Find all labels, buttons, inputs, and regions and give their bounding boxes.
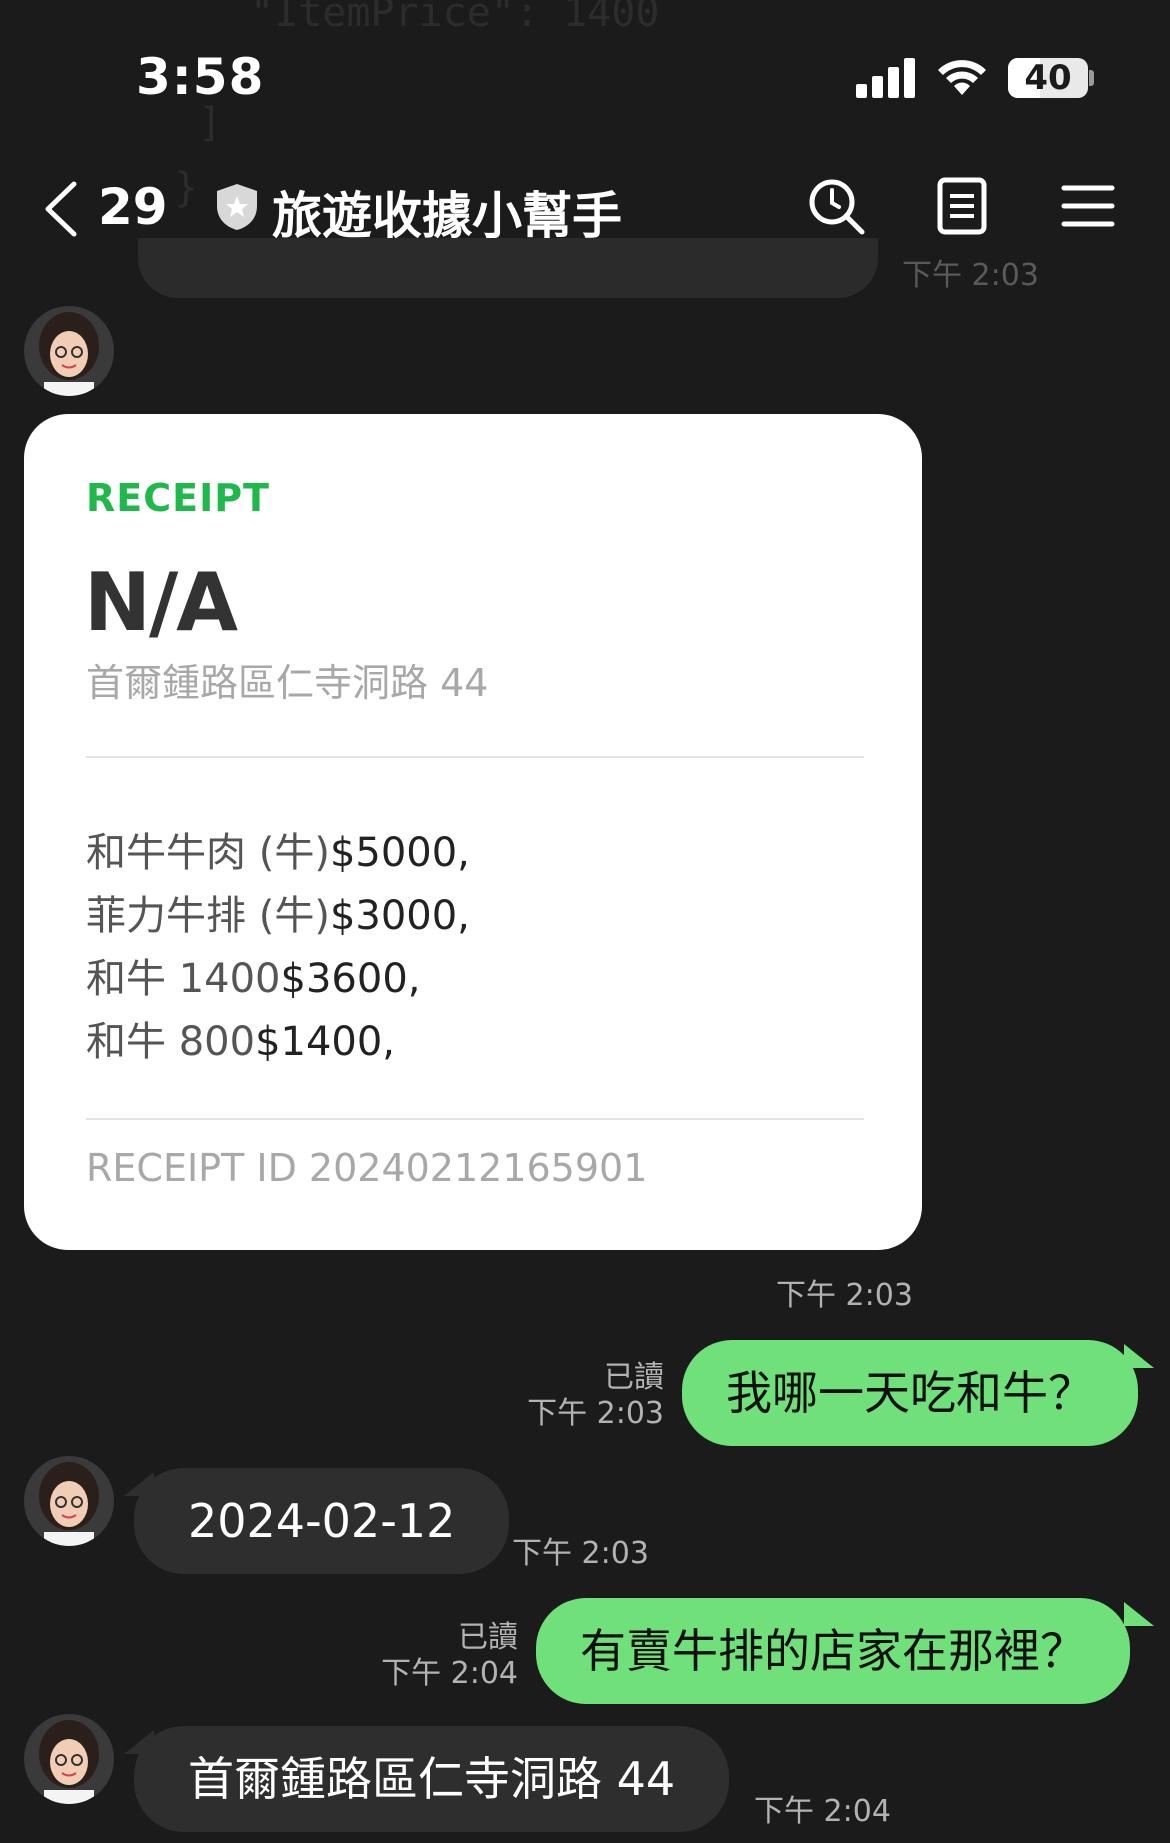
receipt-address: 首爾鍾路區仁寺洞路 44 (86, 661, 489, 705)
incoming-message[interactable]: 首爾鍾路區仁寺洞路 44 (134, 1726, 730, 1832)
battery-indicator: 40 (1008, 58, 1088, 98)
receipt-item: 和牛牛肉 (牛)$5000, (86, 830, 470, 876)
battery-tip (1089, 70, 1094, 86)
notes-icon[interactable] (932, 176, 992, 236)
receipt-card[interactable]: RECEIPT N/A 首爾鍾路區仁寺洞路 44 和牛牛肉 (牛)$5000, … (24, 414, 922, 1250)
previous-message-bubble (138, 238, 878, 298)
message-time: 下午 2:03 (776, 1278, 913, 1313)
background-code-fragment: } (174, 165, 199, 211)
bubble-tail (1124, 1602, 1154, 1626)
receipt-divider (86, 1118, 864, 1120)
message-time: 下午 2:04 (754, 1794, 891, 1829)
read-status: 已讀 下午 2:03 (527, 1360, 664, 1431)
cellular-signal-icon (856, 58, 916, 98)
receipt-id: RECEIPT ID 20240212165901 (86, 1146, 648, 1190)
outgoing-message[interactable]: 有賣牛排的店家在那裡？ (536, 1598, 1130, 1704)
menu-icon[interactable] (1058, 176, 1118, 236)
read-status: 已讀 下午 2:04 (381, 1620, 518, 1691)
receipt-divider (86, 756, 864, 758)
receipt-item: 菲力牛排 (牛)$3000, (86, 893, 470, 939)
receipt-item: 和牛 1400$3600, (86, 956, 421, 1002)
bubble-tail (1124, 1344, 1154, 1368)
wifi-icon (938, 60, 986, 95)
background-code-fragment: ] (198, 100, 223, 146)
status-time: 3:58 (136, 48, 265, 106)
outgoing-message[interactable]: 我哪一天吃和牛？ (682, 1340, 1138, 1446)
back-chevron-icon[interactable] (40, 180, 84, 238)
bot-avatar[interactable] (24, 1456, 114, 1546)
receipt-item: 和牛 800$1400, (86, 1019, 396, 1065)
search-icon[interactable] (806, 176, 866, 236)
message-time: 下午 2:03 (902, 258, 1039, 293)
background-code-fragment: "ItemPrice": 1400 (250, 0, 660, 36)
incoming-message[interactable]: 2024-02-12 (134, 1468, 510, 1574)
receipt-label: RECEIPT (86, 476, 270, 520)
bot-avatar[interactable] (24, 1714, 114, 1804)
receipt-store-name: N/A (84, 556, 238, 649)
message-time: 下午 2:03 (512, 1536, 649, 1571)
unread-count[interactable]: 29 (98, 178, 168, 236)
verified-shield-icon (217, 184, 257, 230)
bot-avatar[interactable] (24, 306, 114, 396)
